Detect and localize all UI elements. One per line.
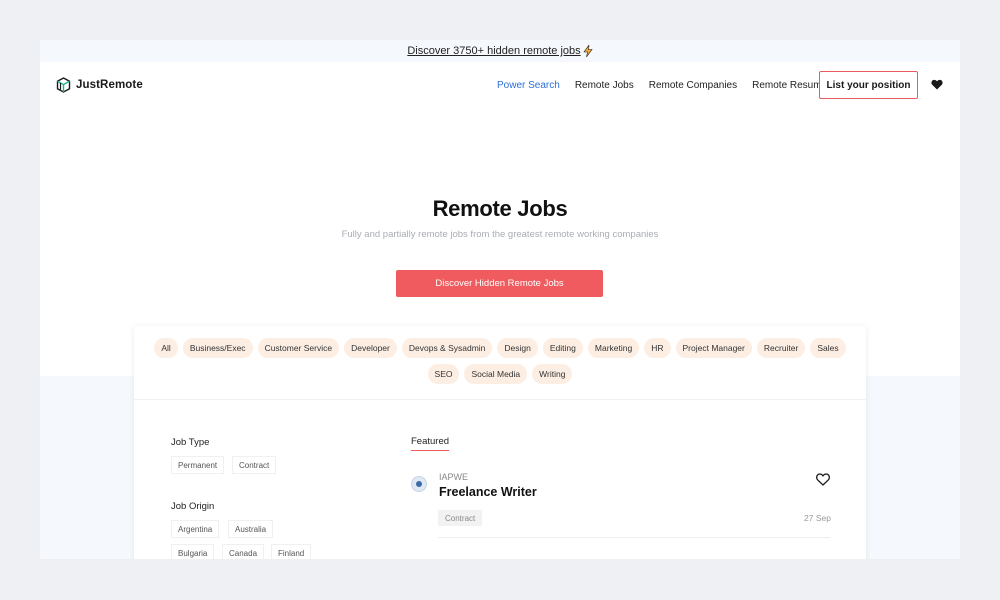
list-position-button[interactable]: List your position: [819, 71, 918, 99]
logo[interactable]: JustRemote: [56, 77, 143, 93]
page-frame: Discover 3750+ hidden remote jobs JustRe…: [40, 40, 960, 559]
nav-link-remote-resume[interactable]: Remote Resume: [752, 80, 827, 91]
jobs-card: All Business/Exec Customer Service Devel…: [134, 326, 866, 559]
category-chip-sales[interactable]: Sales: [810, 338, 846, 358]
job-title[interactable]: Freelance Writer: [439, 485, 537, 499]
filter-tag-permanent[interactable]: Permanent: [171, 456, 225, 474]
favorite-heart-icon[interactable]: [816, 473, 830, 486]
filter-tag-finland[interactable]: Finland: [271, 544, 312, 559]
category-chip-devops-sysadmin[interactable]: Devops & Sysadmin: [401, 338, 493, 358]
job-type-badge: Contract: [438, 510, 483, 526]
category-chip-business-exec[interactable]: Business/Exec: [182, 338, 253, 358]
category-chip-customer-service[interactable]: Customer Service: [257, 338, 340, 358]
company-logo: [411, 476, 427, 492]
category-chip-all[interactable]: All: [154, 338, 178, 358]
category-chip-writing[interactable]: Writing: [532, 364, 573, 384]
filter-tag-argentina[interactable]: Argentina: [171, 520, 220, 538]
heart-icon[interactable]: [931, 79, 943, 90]
category-chip-social-media[interactable]: Social Media: [464, 364, 528, 384]
page-title: Remote Jobs: [432, 196, 568, 221]
category-chip-design[interactable]: Design: [497, 338, 538, 358]
logo-icon: [56, 77, 71, 93]
category-chip-marketing[interactable]: Marketing: [587, 338, 640, 358]
job-company[interactable]: IAPWE: [439, 472, 468, 482]
tab-featured[interactable]: Featured: [411, 436, 450, 451]
job-type-label: Job Type: [171, 437, 210, 448]
job-origin-label: Job Origin: [171, 501, 215, 512]
category-chip-hr[interactable]: HR: [644, 338, 671, 358]
filter-tag-contract[interactable]: Contract: [232, 456, 277, 474]
logo-text: JustRemote: [76, 79, 143, 91]
promo-banner-link[interactable]: Discover 3750+ hidden remote jobs: [407, 45, 593, 57]
filter-tag-canada[interactable]: Canada: [222, 544, 265, 559]
discover-hidden-jobs-button[interactable]: Discover Hidden Remote Jobs: [396, 270, 603, 297]
top-nav: JustRemote Power Search Remote Jobs Remo…: [40, 62, 960, 108]
page-subtitle: Fully and partially remote jobs from the…: [341, 229, 659, 240]
divider: [134, 399, 866, 400]
nav-link-power-search[interactable]: Power Search: [497, 80, 560, 91]
lightning-icon: [583, 45, 593, 57]
category-chip-editing[interactable]: Editing: [542, 338, 583, 358]
divider: [438, 537, 830, 538]
category-chip-seo[interactable]: SEO: [427, 364, 460, 384]
category-chip-recruiter[interactable]: Recruiter: [756, 338, 806, 358]
nav-links: Power Search Remote Jobs Remote Companie…: [497, 74, 842, 96]
category-chip-developer[interactable]: Developer: [344, 338, 397, 358]
promo-banner-text: Discover 3750+ hidden remote jobs: [407, 45, 581, 57]
promo-banner: Discover 3750+ hidden remote jobs: [40, 40, 960, 62]
category-filter: All Business/Exec Customer Service Devel…: [134, 338, 866, 384]
filter-tag-australia[interactable]: Australia: [228, 520, 274, 538]
nav-link-remote-jobs[interactable]: Remote Jobs: [575, 80, 634, 91]
filter-tag-bulgaria[interactable]: Bulgaria: [171, 544, 215, 559]
nav-link-remote-companies[interactable]: Remote Companies: [649, 80, 737, 91]
job-date: 27 Sep: [804, 513, 831, 523]
category-chip-project-manager[interactable]: Project Manager: [675, 338, 752, 358]
